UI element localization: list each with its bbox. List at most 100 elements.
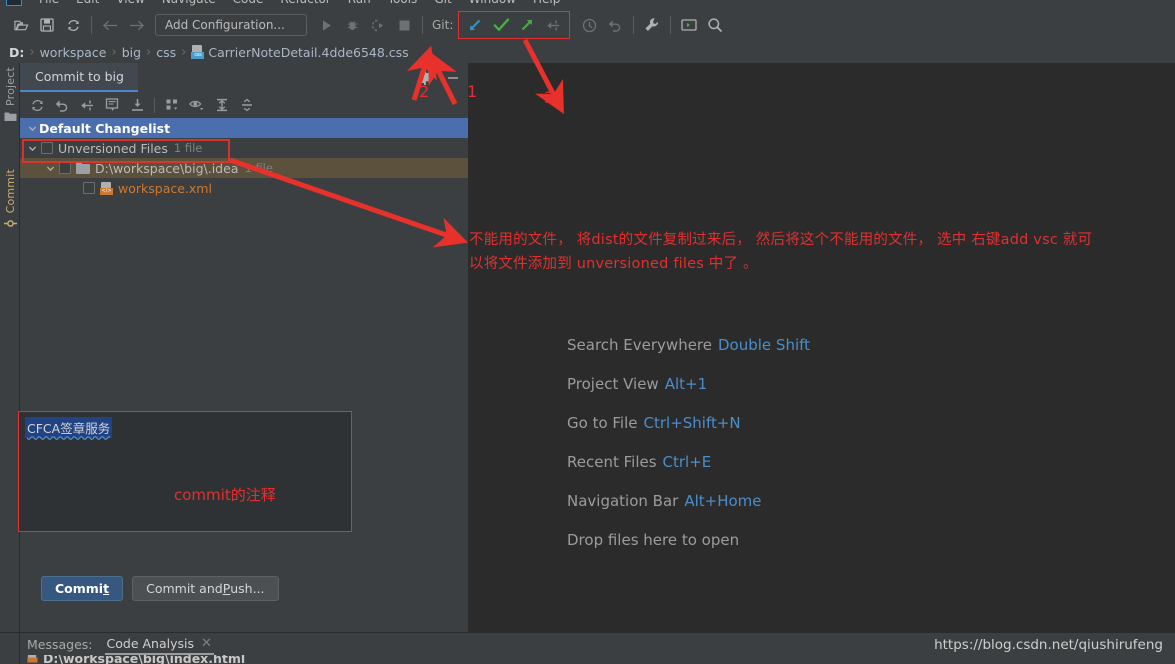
hint-recent-files: Recent Files Ctrl+E bbox=[567, 443, 810, 482]
hint-shortcut: Ctrl+E bbox=[662, 453, 712, 471]
sidebar-item-commit[interactable]: Commit bbox=[0, 169, 20, 232]
folder-path-label: D:\workspace\big\.idea bbox=[95, 160, 239, 176]
hint-label: Go to File bbox=[567, 414, 638, 432]
minimize-icon[interactable] bbox=[444, 69, 462, 87]
preview-diff-icon[interactable] bbox=[185, 94, 209, 116]
table-row[interactable]: </> workspace.xml bbox=[20, 178, 468, 198]
git-push-arrow-icon[interactable] bbox=[514, 12, 540, 38]
commit-toolbar-divider bbox=[154, 97, 155, 113]
commit-actions-toolbar bbox=[20, 92, 468, 118]
xml-file-icon: </> bbox=[100, 181, 113, 195]
hint-label: Recent Files bbox=[567, 453, 657, 471]
debug-bug-icon[interactable] bbox=[339, 12, 365, 38]
commit-message-input[interactable]: CFCA签章服务 commit的注释 bbox=[18, 411, 352, 532]
file-checkbox[interactable] bbox=[83, 182, 95, 194]
chevron-down-icon[interactable] bbox=[26, 122, 39, 135]
file-name-label: workspace.xml bbox=[118, 180, 212, 196]
breadcrumb-drive[interactable]: D: bbox=[9, 45, 24, 60]
commit-message-annotation: commit的注释 bbox=[174, 486, 276, 504]
ide-window: File Edit View Navigate Code Refactor Ru… bbox=[0, 0, 1175, 664]
breadcrumb-item-css[interactable]: css bbox=[156, 45, 176, 60]
git-label: Git: bbox=[432, 18, 454, 32]
sidebar-item-project-label: Project bbox=[3, 67, 17, 107]
move-to-changelist-icon[interactable] bbox=[75, 94, 99, 116]
changelist-label: Default Changelist bbox=[39, 120, 171, 136]
git-rebase-icon[interactable] bbox=[540, 12, 566, 38]
git-commit-checkmark-icon[interactable] bbox=[488, 12, 514, 38]
get-from-vcs-icon[interactable] bbox=[125, 94, 149, 116]
menu-item-tools[interactable]: Tools bbox=[388, 0, 418, 6]
run-configuration-selector[interactable]: Add Configuration... bbox=[155, 14, 307, 36]
messages-label: Messages: bbox=[27, 636, 93, 652]
table-row[interactable]: Default Changelist bbox=[20, 118, 468, 138]
menu-item-window[interactable]: Window bbox=[469, 0, 516, 6]
table-row[interactable]: Unversioned Files 1 file bbox=[20, 138, 468, 158]
run-configuration-label: Add Configuration... bbox=[165, 18, 285, 32]
hint-project-view: Project View Alt+1 bbox=[567, 365, 810, 404]
menu-item-run[interactable]: Run bbox=[348, 0, 371, 6]
menu-item-git[interactable]: Git bbox=[434, 0, 451, 6]
menu-item-view[interactable]: View bbox=[116, 0, 144, 6]
table-row[interactable]: D:\workspace\big\.idea 1 file bbox=[20, 158, 468, 178]
history-clock-icon[interactable] bbox=[576, 12, 602, 38]
arrow-left-icon[interactable] bbox=[97, 12, 123, 38]
commit-button[interactable]: Commi t bbox=[41, 575, 124, 601]
tab-code-analysis-label: Code Analysis bbox=[106, 635, 194, 651]
folder-file-count: 1 file bbox=[244, 161, 273, 175]
hint-navigation-bar: Navigation Bar Alt+Home bbox=[567, 482, 810, 521]
gear-icon[interactable] bbox=[416, 69, 434, 87]
run-icon[interactable] bbox=[313, 12, 339, 38]
commit-tabbar-actions bbox=[416, 63, 462, 92]
close-icon[interactable]: ✕ bbox=[201, 636, 212, 651]
menu-item-code[interactable]: Code bbox=[233, 0, 264, 6]
terminal-icon[interactable] bbox=[676, 12, 702, 38]
run-with-coverage-icon[interactable] bbox=[365, 12, 391, 38]
rollback-undo-icon[interactable] bbox=[602, 12, 628, 38]
breadcrumb-item-file[interactable]: CarrierNoteDetail.4dde6548.css bbox=[208, 45, 408, 60]
collapse-all-icon[interactable] bbox=[235, 94, 259, 116]
toolbar-divider-4 bbox=[670, 16, 672, 34]
git-update-project-icon[interactable] bbox=[462, 12, 488, 38]
tab-commit-to-big[interactable]: Commit to big bbox=[20, 63, 138, 92]
commit-tab-bar: Commit to big bbox=[20, 63, 468, 92]
menu-item-help[interactable]: Help bbox=[533, 0, 560, 6]
unversioned-files-count: 1 file bbox=[173, 141, 203, 155]
chevron-down-icon[interactable] bbox=[44, 162, 57, 175]
menu-item-navigate[interactable]: Navigate bbox=[162, 0, 216, 6]
folder-checkbox[interactable] bbox=[59, 162, 71, 174]
menu-item-edit[interactable]: Edit bbox=[76, 0, 99, 6]
hint-shortcut: Alt+1 bbox=[664, 375, 708, 393]
tab-commit-to-big-label: Commit to big bbox=[35, 69, 124, 84]
search-icon[interactable] bbox=[702, 12, 728, 38]
analysis-result-path[interactable]: D:\workspace\big\index.html bbox=[43, 655, 245, 664]
breadcrumb-item-big[interactable]: big bbox=[122, 45, 141, 60]
save-icon[interactable] bbox=[34, 12, 60, 38]
sidebar-item-project[interactable]: Project bbox=[0, 67, 20, 125]
tab-code-analysis[interactable]: Code Analysis ✕ bbox=[104, 633, 214, 655]
group-by-icon[interactable] bbox=[160, 94, 184, 116]
wrench-settings-icon[interactable] bbox=[639, 12, 665, 38]
hint-drop-files: Drop files here to open bbox=[567, 521, 810, 560]
open-folder-icon[interactable] bbox=[8, 12, 34, 38]
refresh-changes-icon[interactable] bbox=[25, 94, 49, 116]
stop-icon[interactable] bbox=[391, 12, 417, 38]
expand-all-icon[interactable] bbox=[210, 94, 234, 116]
chevron-down-icon[interactable] bbox=[26, 142, 39, 155]
commit-message-value: CFCA签章服务 bbox=[25, 417, 113, 438]
menu-item-refactor[interactable]: Refactor bbox=[280, 0, 330, 6]
commit-and-push-button[interactable]: Commit and Push... bbox=[132, 575, 279, 601]
show-diff-icon[interactable] bbox=[100, 94, 124, 116]
commit-vcs-icon bbox=[3, 218, 17, 232]
commit-button-mnemonic: t bbox=[103, 580, 110, 596]
hint-go-to-file: Go to File Ctrl+Shift+N bbox=[567, 404, 810, 443]
ide-logo-icon bbox=[6, 0, 22, 6]
menu-item-file[interactable]: File bbox=[39, 0, 59, 6]
sync-icon[interactable] bbox=[60, 12, 86, 38]
breadcrumb-separator-4: › bbox=[181, 44, 187, 60]
unversioned-files-checkbox[interactable] bbox=[41, 142, 53, 154]
html-file-icon bbox=[27, 655, 38, 664]
arrow-right-icon[interactable] bbox=[123, 12, 149, 38]
rollback-icon[interactable] bbox=[50, 94, 74, 116]
breadcrumb-item-workspace[interactable]: workspace bbox=[40, 45, 107, 60]
folder-icon bbox=[76, 162, 90, 174]
